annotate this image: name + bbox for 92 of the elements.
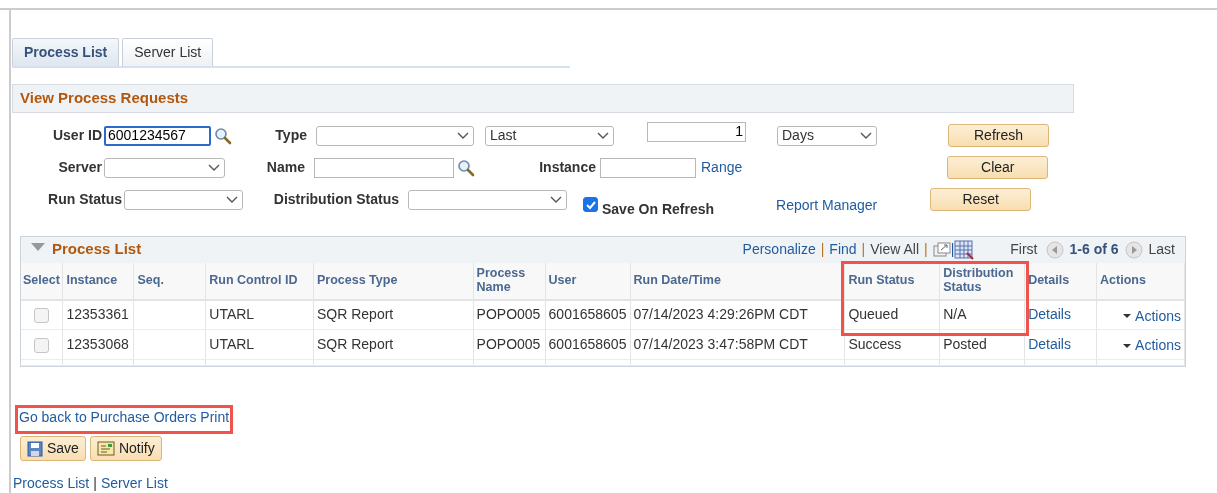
range-link[interactable]: Range xyxy=(701,157,743,178)
grid-download-icon[interactable] xyxy=(954,239,975,260)
field-label: Distribution Status xyxy=(272,190,400,209)
column-header: User xyxy=(545,262,631,300)
section-header: View Process Requests xyxy=(12,84,1074,113)
page-range: 1-6 of 6 xyxy=(1069,240,1119,259)
separator: | xyxy=(924,240,928,259)
dropdown[interactable] xyxy=(124,189,243,210)
reset-button[interactable]: Reset xyxy=(930,188,1032,211)
checkbox[interactable] xyxy=(34,308,50,324)
separator: | xyxy=(93,475,97,491)
caret-icon xyxy=(597,131,609,140)
caret-icon xyxy=(208,163,220,172)
caret-icon[interactable] xyxy=(1123,343,1132,348)
actions-menu[interactable]: Actions xyxy=(1123,305,1181,327)
separator: | xyxy=(820,240,825,259)
table-cell: Success xyxy=(844,329,940,360)
report-manager-link[interactable]: Report Manager xyxy=(776,195,878,216)
footer-link[interactable]: Server List xyxy=(100,475,168,491)
next-icon[interactable] xyxy=(1124,240,1143,259)
footer-link[interactable]: Process List xyxy=(13,475,90,491)
tab[interactable]: Server List xyxy=(122,38,214,66)
caret-icon xyxy=(860,131,872,140)
table-cell: Posted xyxy=(939,329,1025,360)
tab[interactable]: Process List xyxy=(12,38,120,66)
table-cell: N/A xyxy=(939,299,1025,330)
input-field[interactable] xyxy=(600,157,696,178)
dropdown[interactable] xyxy=(104,157,225,178)
column-header: Actions xyxy=(1096,262,1185,300)
caret-icon xyxy=(457,131,469,140)
table-cell: 12353361 xyxy=(63,299,134,330)
last-label: Last xyxy=(1148,240,1175,259)
caret-icon xyxy=(226,195,238,204)
field-label: Run Status xyxy=(47,190,123,209)
new-window-icon[interactable] xyxy=(932,241,951,258)
field-label: User ID xyxy=(51,126,103,145)
toolbar-link[interactable]: | xyxy=(950,239,955,260)
column-header: Seq. xyxy=(133,262,206,300)
table-cell: POPO005 xyxy=(473,299,546,330)
caret-icon[interactable] xyxy=(1123,314,1132,318)
details-link[interactable]: Details xyxy=(1028,336,1071,352)
table-cell: 07/14/2023 3:47:58PM CDT xyxy=(630,329,845,360)
table-cell: Queued xyxy=(844,299,940,330)
field-label: Type xyxy=(274,126,308,145)
column-header: Instance xyxy=(63,262,134,300)
search-icon[interactable] xyxy=(214,126,232,145)
separator: | xyxy=(861,240,866,259)
search-icon[interactable] xyxy=(457,158,475,177)
toolbar-link[interactable]: View All xyxy=(870,239,919,260)
table-cell: UTARL xyxy=(205,329,314,360)
actions-menu[interactable]: Actions xyxy=(1123,335,1181,357)
grid-title: Process List xyxy=(52,239,142,260)
table-cell: SQR Report xyxy=(313,329,474,360)
table-cell: 6001658605 xyxy=(545,299,631,330)
previous-icon[interactable] xyxy=(1045,240,1064,259)
table-cell: 6001658605 xyxy=(545,329,631,360)
dropdown[interactable] xyxy=(408,189,567,210)
field-label: Instance xyxy=(538,158,597,177)
details-link[interactable]: Details xyxy=(1028,306,1071,323)
column-header: Distribution Status xyxy=(939,262,1025,300)
column-header: Select xyxy=(21,262,63,300)
input-field[interactable]: 6001234567 xyxy=(104,125,211,146)
column-header: Process Type xyxy=(313,262,474,300)
notify-button[interactable]: Notify xyxy=(89,436,162,461)
caret-icon xyxy=(550,195,562,204)
checkbox[interactable] xyxy=(583,197,598,212)
column-header: Process Name xyxy=(473,262,546,300)
back-link[interactable]: Go back to Purchase Orders Print xyxy=(19,407,230,428)
table-cell: 07/14/2023 4:29:26PM CDT xyxy=(630,299,845,330)
column-header: Run Status xyxy=(844,262,940,300)
field-label: Server xyxy=(57,158,103,177)
note-icon xyxy=(96,440,115,457)
toolbar-link[interactable]: Personalize xyxy=(742,239,816,260)
first-label: First xyxy=(1010,240,1038,259)
checkbox-label: Save On Refresh xyxy=(602,200,715,219)
input-field[interactable] xyxy=(314,157,454,178)
clear-button[interactable]: Clear xyxy=(947,156,1049,179)
refresh-button[interactable]: Refresh xyxy=(948,124,1049,147)
dropdown[interactable]: Last xyxy=(485,125,614,146)
checkbox[interactable] xyxy=(34,337,50,353)
dropdown[interactable] xyxy=(316,125,474,146)
column-header: Run Control ID xyxy=(205,262,314,300)
table-cell: 12353068 xyxy=(63,329,134,360)
field-label: Name xyxy=(265,158,306,177)
table-cell: POPO005 xyxy=(473,329,546,360)
dropdown[interactable]: Days xyxy=(777,125,877,146)
input-field[interactable]: 1 xyxy=(647,121,746,142)
save-button[interactable]: Save xyxy=(20,436,86,461)
table-cell: UTARL xyxy=(205,299,314,330)
column-header: Run Date/Time xyxy=(630,262,845,300)
toolbar-link[interactable]: Find xyxy=(829,239,857,260)
table-cell: SQR Report xyxy=(313,299,474,330)
